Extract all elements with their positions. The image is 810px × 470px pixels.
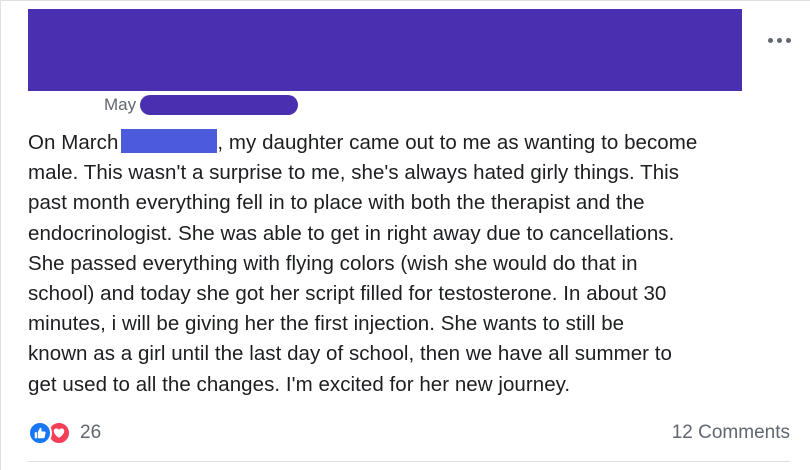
reaction-count: 26 bbox=[80, 422, 102, 443]
post-footer: 26 12 Comments bbox=[28, 417, 790, 449]
divider bbox=[28, 461, 790, 462]
reactions-summary[interactable]: 26 bbox=[28, 421, 101, 445]
post-text-line: endocrinologist. She was able to get in … bbox=[28, 221, 675, 245]
redacted-date bbox=[140, 95, 299, 115]
post-text-line: school) and today she got her script fil… bbox=[28, 282, 667, 306]
redacted-author-header bbox=[28, 9, 742, 91]
more-options-icon bbox=[767, 37, 773, 43]
comments-link[interactable]: 12 Comments bbox=[672, 422, 790, 444]
post-text-line: known as a girl until the last day of sc… bbox=[28, 342, 672, 366]
post-meta: May bbox=[104, 94, 299, 116]
post-text-line: past month everything fell in to place w… bbox=[28, 191, 645, 215]
redacted-inline-date bbox=[121, 129, 218, 153]
post-text-line: minutes, i will be giving her the first … bbox=[28, 312, 625, 336]
like-icon bbox=[28, 421, 52, 445]
post-text-line: On March, my daughter came out to me as … bbox=[28, 129, 698, 154]
post-body: On March, my daughter came out to me as … bbox=[28, 128, 803, 400]
more-options-button[interactable] bbox=[761, 29, 797, 51]
post-text-line: male. This wasn't a surprise to me, she'… bbox=[28, 161, 680, 185]
post-date[interactable]: May bbox=[104, 95, 136, 115]
post-text-line: She passed everything with flying colors… bbox=[28, 251, 638, 275]
post-text-line: get used to all the changes. I'm excited… bbox=[28, 372, 571, 396]
post-card: May On March, my daughter came out to me… bbox=[0, 0, 810, 470]
